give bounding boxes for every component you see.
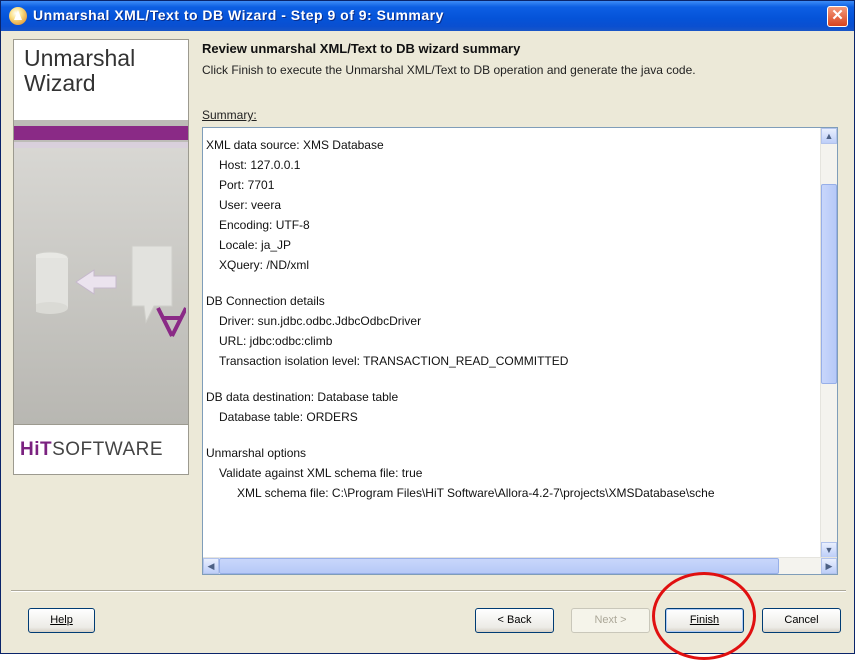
summary-line: User: veera (219, 198, 282, 212)
summary-text-area[interactable]: XML data source: XMS Database Host: 127.0… (202, 127, 838, 575)
finish-button[interactable]: Finish (665, 608, 744, 633)
summary-line: Driver: sun.jdbc.odbc.JdbcOdbcDriver (219, 314, 422, 328)
cancel-button[interactable]: Cancel (762, 608, 841, 633)
accent-bar (14, 126, 188, 140)
hit-software-logo: HiTSOFTWARE (20, 439, 164, 460)
summary-spacer (203, 427, 821, 443)
summary-line: Encoding: UTF-8 (219, 218, 310, 232)
summary-line: Locale: ja_JP (219, 238, 292, 252)
vertical-scroll-thumb[interactable] (821, 184, 837, 384)
window-title: Unmarshal XML/Text to DB Wizard - Step 9… (33, 7, 444, 23)
summary-line: XML data source: XMS Database (206, 138, 384, 152)
summary-line: Database table: ORDERS (219, 410, 358, 424)
wizard-name: Unmarshal Wizard (24, 45, 136, 96)
database-export-icon (36, 245, 186, 337)
summary-line: DB Connection details (206, 294, 325, 308)
scroll-left-icon[interactable]: ◀ (203, 558, 219, 574)
help-button[interactable]: Help (28, 608, 95, 633)
summary-line: DB data destination: Database table (206, 390, 399, 404)
side-panel-footer: HiTSOFTWARE (14, 424, 188, 474)
side-panel-header: Unmarshal Wizard (14, 40, 188, 120)
back-button[interactable]: < Back (475, 608, 554, 633)
app-icon (9, 7, 27, 25)
scroll-down-icon[interactable]: ▼ (821, 542, 837, 558)
summary-line: URL: jdbc:odbc:climb (219, 334, 333, 348)
wizard-side-panel: Unmarshal Wizard HiTSOFTWARE (13, 39, 189, 475)
scroll-right-icon[interactable]: ▶ (821, 558, 837, 574)
summary-line: Port: 7701 (219, 178, 275, 192)
summary-line: Unmarshal options (206, 446, 307, 460)
scroll-up-icon[interactable]: ▲ (821, 128, 837, 144)
summary-label: Summary: (202, 108, 257, 122)
title-bar[interactable]: Unmarshal XML/Text to DB Wizard - Step 9… (1, 1, 854, 31)
vertical-scrollbar[interactable]: ▲ ▼ (820, 128, 837, 558)
wizard-window: Unmarshal XML/Text to DB Wizard - Step 9… (0, 0, 855, 660)
close-button[interactable]: ✕ (827, 6, 848, 27)
horizontal-scrollbar[interactable]: ◀ ▶ (203, 557, 837, 574)
summary-spacer (203, 371, 821, 387)
summary-line: Validate against XML schema file: true (219, 466, 423, 480)
horizontal-scroll-thumb[interactable] (219, 558, 779, 574)
summary-content: XML data source: XMS Database Host: 127.0… (203, 135, 821, 553)
summary-line: XML schema file: C:\Program Files\HiT So… (237, 486, 715, 500)
page-heading: Review unmarshal XML/Text to DB wizard s… (202, 41, 521, 56)
next-button[interactable]: Next > (571, 608, 650, 633)
footer-separator (11, 590, 846, 592)
summary-line: Transaction isolation level: TRANSACTION… (219, 354, 569, 368)
summary-line: Host: 127.0.0.1 (219, 158, 301, 172)
page-description: Click Finish to execute the Unmarshal XM… (202, 63, 696, 77)
summary-line: XQuery: /ND/xml (219, 258, 310, 272)
summary-spacer (203, 275, 821, 291)
